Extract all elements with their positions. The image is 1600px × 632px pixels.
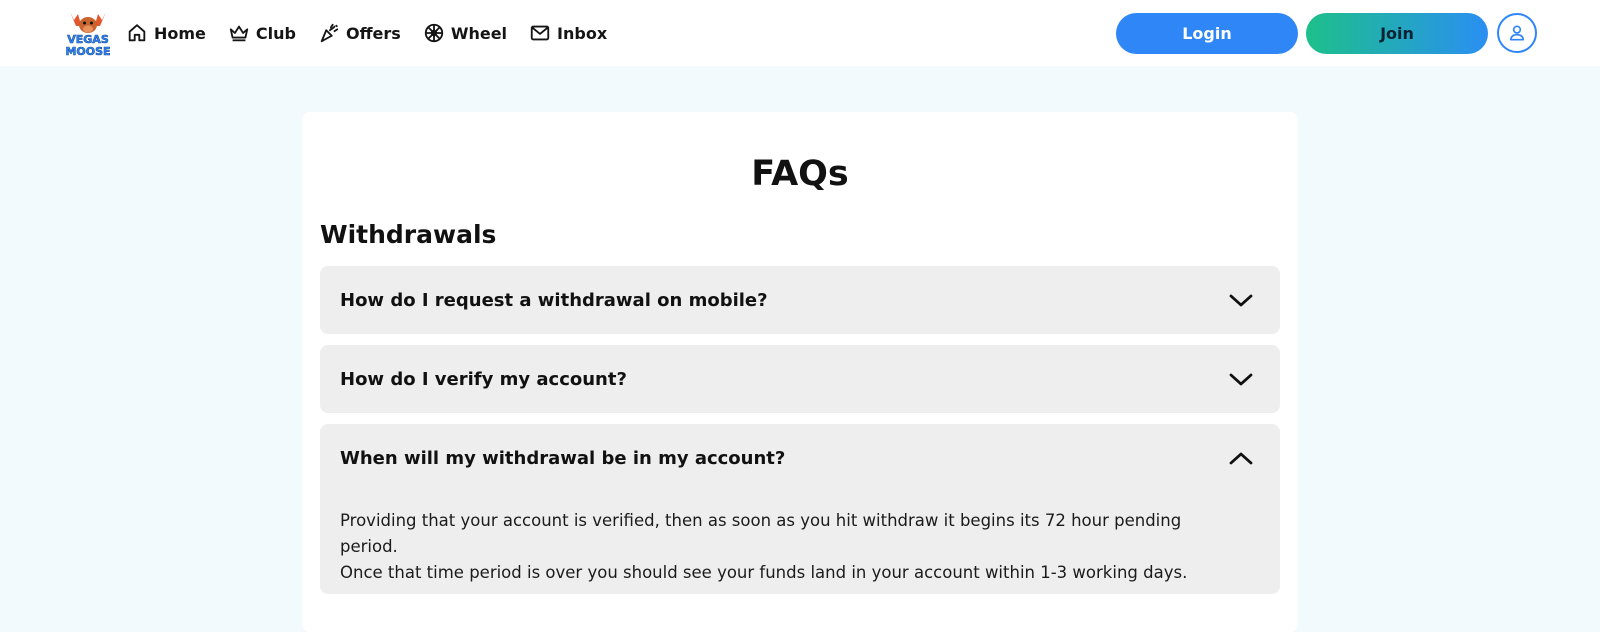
- nav-offers[interactable]: Offers: [318, 22, 401, 44]
- nav-club-label: Club: [255, 23, 296, 43]
- section-title-withdrawals: Withdrawals: [320, 220, 497, 249]
- top-navigation-bar: VEGAS MOOSE Home Club Offers Wheel Inbox…: [0, 0, 1600, 66]
- home-icon: [128, 24, 146, 42]
- nav-home-label: Home: [154, 23, 206, 43]
- faq-question: How do I verify my account?: [340, 368, 627, 390]
- faq-item-withdrawal-mobile[interactable]: How do I request a withdrawal on mobile?: [320, 266, 1280, 334]
- nav-inbox[interactable]: Inbox: [529, 22, 607, 44]
- main-nav: Home Club Offers Wheel Inbox: [126, 0, 629, 66]
- faq-answer-line: Once that time period is over you should…: [340, 563, 1188, 582]
- chevron-down-icon[interactable]: [1228, 367, 1254, 391]
- login-button[interactable]: Login: [1116, 13, 1298, 54]
- nav-inbox-label: Inbox: [557, 23, 608, 43]
- chevron-down-icon[interactable]: [1228, 288, 1254, 312]
- nav-home[interactable]: Home: [126, 22, 206, 44]
- crown-icon: [229, 25, 249, 42]
- user-icon: [1509, 25, 1525, 41]
- wheel-icon: [424, 23, 443, 43]
- faq-item-verify-account[interactable]: How do I verify my account?: [320, 345, 1280, 413]
- page-title: FAQs: [751, 154, 849, 194]
- nav-wheel-label: Wheel: [450, 23, 508, 43]
- faq-question: How do I request a withdrawal on mobile?: [340, 289, 768, 311]
- moose-logo-icon: VEGAS MOOSE: [65, 12, 111, 58]
- nav-wheel[interactable]: Wheel: [423, 22, 507, 44]
- profile-button[interactable]: [1497, 13, 1537, 53]
- faq-answer-line: Providing that your account is verified,…: [340, 511, 1182, 556]
- faq-answer: Providing that your account is verified,…: [340, 508, 1240, 586]
- join-button[interactable]: Join: [1306, 13, 1488, 54]
- faq-item-withdrawal-timing[interactable]: When will my withdrawal be in my account…: [320, 424, 1280, 594]
- svg-text:MOOSE: MOOSE: [65, 45, 110, 58]
- faq-card: FAQs Withdrawals How do I request a with…: [302, 112, 1298, 632]
- vegas-moose-logo[interactable]: VEGAS MOOSE: [62, 6, 114, 58]
- nav-offers-label: Offers: [345, 23, 401, 43]
- faq-question: When will my withdrawal be in my account…: [340, 447, 786, 469]
- party-popper-icon: [320, 23, 339, 43]
- chevron-up-icon[interactable]: [1228, 446, 1254, 470]
- envelope-icon: [530, 25, 550, 41]
- nav-club[interactable]: Club: [228, 22, 296, 44]
